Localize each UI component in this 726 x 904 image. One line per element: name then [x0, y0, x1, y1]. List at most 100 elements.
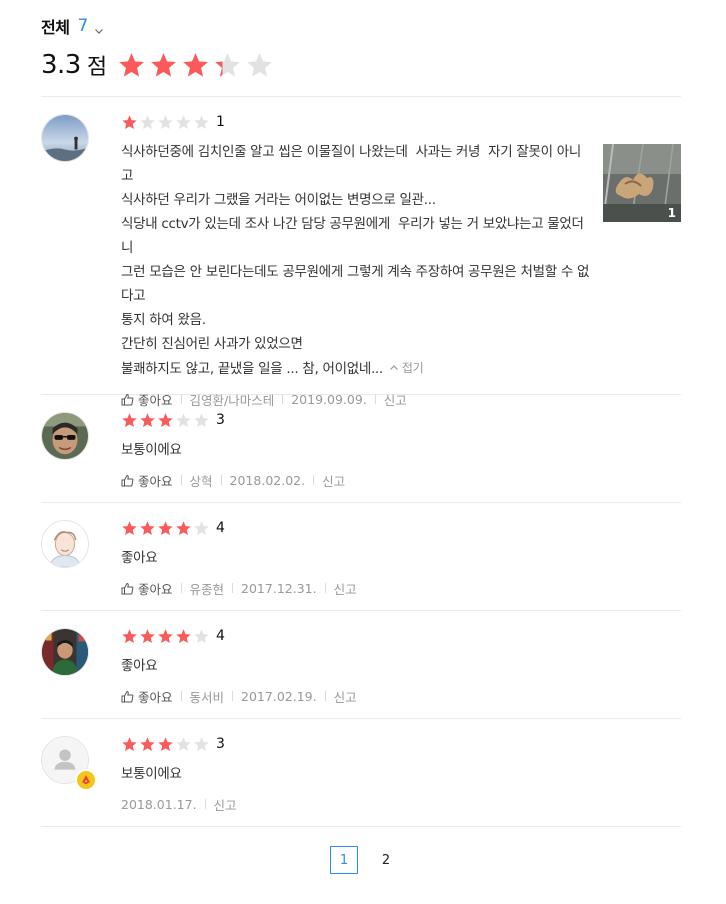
review-text: 보통이에요 — [121, 766, 182, 782]
review-text-line-last: 불쾌하지도 않고, 끝냈을 일을 ... 참, 어이없네... 접기 — [121, 356, 591, 381]
avatar[interactable] — [41, 412, 89, 460]
divider — [220, 475, 222, 485]
star-filled-icon — [119, 52, 144, 77]
star-empty-icon — [194, 628, 209, 643]
star-filled-icon — [158, 736, 173, 751]
fold-button[interactable]: 접기 — [389, 356, 424, 380]
star-filled-icon — [151, 52, 176, 77]
author-name[interactable]: 동서비 — [190, 687, 225, 706]
author-name[interactable]: 유종현 — [190, 579, 225, 598]
star-filled-icon — [158, 520, 173, 535]
page-button-2[interactable]: 2 — [372, 846, 400, 874]
review-text: 식사하던중에 김치인줄 알고 씹은 이물질이 나왔는데 사과는 커녕 자기 잘못… — [121, 140, 591, 381]
star-filled-icon — [140, 628, 155, 643]
thumbs-up-icon — [121, 474, 134, 486]
star-empty-icon — [176, 114, 191, 129]
review-meta: 좋아요 동서비 2017.02.19. 신고 — [121, 687, 681, 705]
star-filled-icon — [215, 52, 240, 77]
divider — [204, 799, 206, 809]
divider — [180, 475, 182, 485]
report-button[interactable]: 신고 — [322, 471, 345, 490]
avatar[interactable] — [41, 114, 89, 162]
rating-stars — [121, 628, 210, 645]
rating-stars — [121, 412, 210, 429]
star-empty-icon — [247, 52, 272, 77]
user-badge-icon — [75, 769, 97, 791]
rating-stars — [121, 520, 210, 537]
average-score: 3.3 점 — [41, 43, 681, 87]
divider — [232, 691, 234, 701]
like-label: 좋아요 — [138, 473, 173, 489]
review-item: 3 보통이에요 2018.01.17. 신고 — [41, 719, 681, 827]
star-empty-icon — [176, 412, 191, 427]
star-filled-icon — [140, 412, 155, 427]
report-button[interactable]: 신고 — [334, 687, 357, 706]
review-list: 1 식사하던중에 김치인줄 알고 씹은 이물질이 나왔는데 사과는 커녕 자기 … — [41, 96, 681, 827]
fold-label: 접기 — [401, 361, 424, 375]
like-button[interactable]: 좋아요 — [121, 687, 173, 706]
filter-label: 전체 — [41, 18, 70, 37]
pagination: 1 2 — [0, 846, 726, 874]
review-text: 좋아요 — [121, 658, 158, 674]
star-rating: 4 — [121, 519, 681, 537]
divider — [180, 583, 182, 593]
like-button[interactable]: 좋아요 — [121, 579, 173, 598]
review-photo[interactable]: 1 — [603, 144, 681, 222]
star-rating: 1 — [121, 113, 681, 131]
rating-value: 3 — [216, 412, 225, 428]
star-filled-icon — [122, 412, 137, 427]
star-filled-icon — [158, 628, 173, 643]
star-filled-icon — [158, 412, 173, 427]
star-empty-icon — [194, 736, 209, 751]
star-filled-icon — [183, 52, 208, 77]
star-empty-icon — [176, 736, 191, 751]
score-value: 3.3 — [41, 50, 81, 80]
page-button-1[interactable]: 1 — [330, 846, 358, 874]
review-text-line: 간단히 진심어린 사과가 있었으면 — [121, 336, 303, 352]
report-button[interactable]: 신고 — [334, 579, 357, 598]
star-filled-icon — [122, 628, 137, 643]
rating-stars — [121, 114, 210, 131]
review-item: 1 식사하던중에 김치인줄 알고 씹은 이물질이 나왔는데 사과는 커녕 자기 … — [41, 97, 681, 408]
star-empty-icon — [194, 114, 209, 129]
review-meta: 좋아요 유종현 2017.12.31. 신고 — [121, 579, 681, 597]
star-filled-icon — [122, 520, 137, 535]
chevron-up-icon — [389, 365, 398, 370]
review-item: 3 보통이에요 좋아요 상혁 2018.02.02. 신고 — [41, 395, 681, 503]
review-text-line: 식사하던중에 김치인줄 알고 씹은 이물질이 나왔는데 사과는 커녕 자기 잘못… — [121, 144, 581, 184]
photo-count: 1 — [667, 206, 676, 220]
star-filled-icon — [176, 520, 191, 535]
chevron-down-icon — [94, 21, 104, 34]
review-item: 4 좋아요 좋아요 유종현 2017.12.31. 신고 — [41, 503, 681, 611]
thumbs-up-icon — [121, 690, 134, 702]
filter-dropdown[interactable]: 전체 7 — [41, 14, 681, 38]
review-summary: 전체 7 3.3 점 — [41, 14, 681, 87]
star-empty-icon — [140, 114, 155, 129]
score-unit: 점 — [86, 55, 108, 80]
star-empty-icon — [194, 520, 209, 535]
review-text-line: 불쾌하지도 않고, 끝냈을 일을 ... 참, 어이없네... — [121, 361, 383, 377]
review-text: 보통이에요 — [121, 442, 182, 458]
star-rating: 3 — [121, 411, 681, 429]
star-rating: 4 — [121, 627, 681, 645]
rating-value: 4 — [216, 520, 225, 536]
avatar[interactable] — [41, 520, 89, 568]
divider — [324, 691, 326, 701]
like-button[interactable]: 좋아요 — [121, 471, 173, 490]
star-filled-icon — [122, 114, 137, 129]
review-text-line: 식당내 cctv가 있는데 조사 나간 담당 공무원에게 우리가 넣는 거 보았… — [121, 216, 584, 256]
review-count: 7 — [77, 16, 89, 36]
rating-stars — [121, 736, 210, 753]
review-text: 좋아요 — [121, 550, 158, 566]
average-star-rating — [117, 51, 274, 80]
review-date: 2018.01.17. — [121, 796, 197, 812]
review-date: 2018.02.02. — [229, 472, 306, 488]
report-button[interactable]: 신고 — [214, 795, 237, 814]
star-filled-icon — [176, 628, 191, 643]
author-name[interactable]: 상혁 — [190, 471, 213, 490]
review-meta: 좋아요 상혁 2018.02.02. 신고 — [121, 471, 681, 489]
star-empty-icon — [158, 114, 173, 129]
avatar[interactable] — [41, 628, 89, 676]
star-filled-icon — [122, 736, 137, 751]
divider — [313, 475, 315, 485]
